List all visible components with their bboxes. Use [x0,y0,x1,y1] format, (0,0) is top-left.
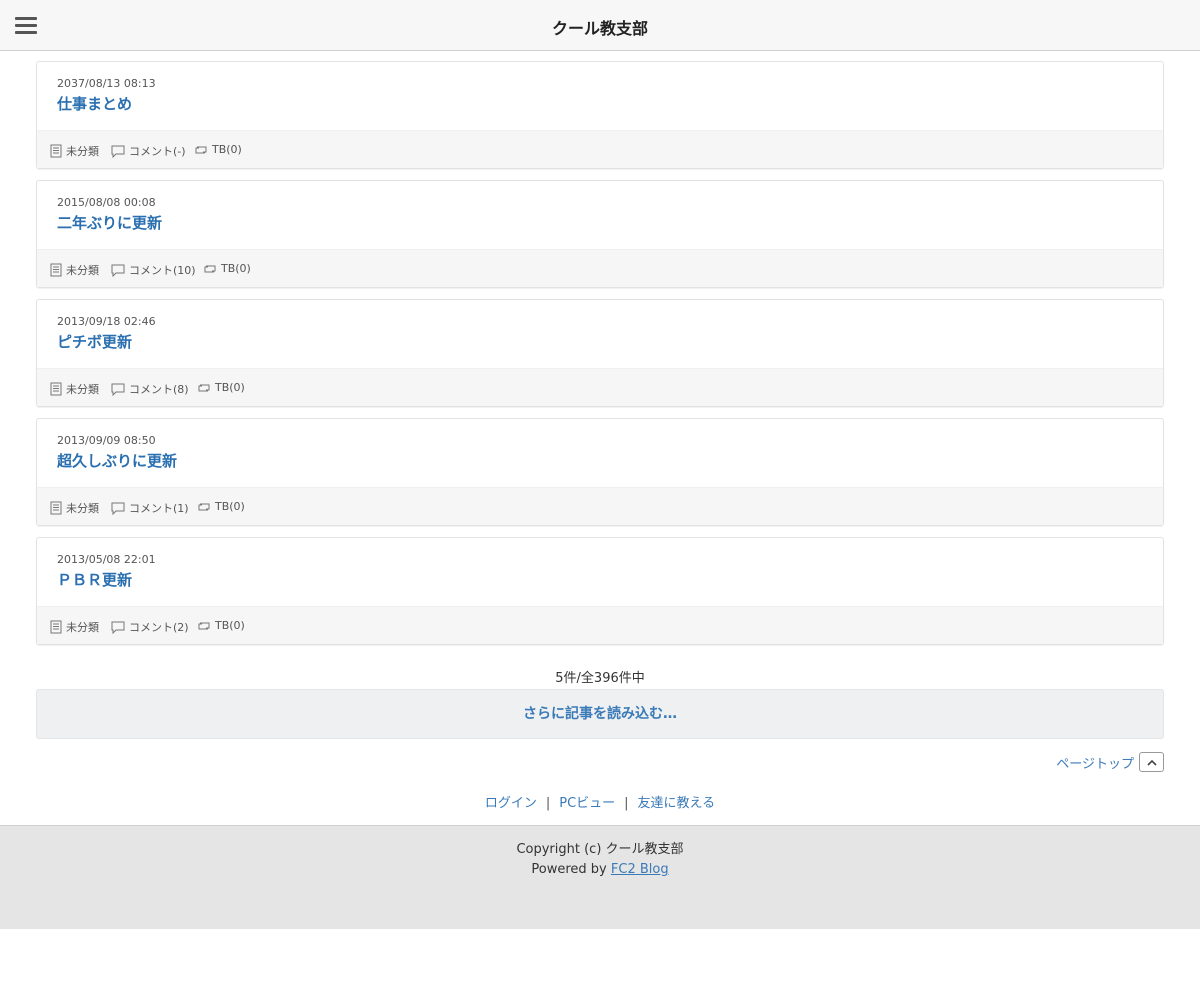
entry-date: 2015/08/08 00:08 [57,196,156,209]
comment-link[interactable]: コメント(1) [111,500,189,516]
pc-view-link[interactable]: PCビュー [559,796,615,811]
footer-links: ログイン | PCビュー | 友達に教える [0,792,1200,811]
trackback-label: TB(0) [212,143,242,156]
entry-meta: 未分類 コメント(2) TB(0) [37,606,1163,644]
entry-card: 2013/09/09 08:50 超久しぶりに更新 未分類 コメント(1) TB… [36,418,1164,526]
entry-title-link[interactable]: 仕事まとめ [57,93,132,114]
entry-title-link[interactable]: ＰＢＲ更新 [57,569,132,590]
powered-by-label: Powered by [531,862,607,877]
trackback-link[interactable]: TB(0) [194,143,242,156]
entry-date: 2013/05/08 22:01 [57,553,156,566]
category-link[interactable]: 未分類 [50,262,99,278]
fc2-blog-link[interactable]: FC2 Blog [611,862,669,877]
entry-meta: 未分類 コメント(-) TB(0) [37,130,1163,168]
trackback-label: TB(0) [215,619,245,632]
page-top-label[interactable]: ページトップ [1056,753,1134,772]
trackback-icon [198,384,210,391]
comment-label: コメント(2) [129,621,189,634]
speech-bubble-icon [111,383,125,396]
document-icon [50,620,62,634]
speech-bubble-icon [111,502,125,515]
entry-date: 2013/09/09 08:50 [57,434,156,447]
comment-link[interactable]: コメント(10) [111,262,196,278]
document-icon [50,144,62,158]
trackback-label: TB(0) [215,500,245,513]
entry-date: 2013/09/18 02:46 [57,315,156,328]
category-label: 未分類 [66,383,99,396]
comment-label: コメント(10) [129,264,196,277]
category-link[interactable]: 未分類 [50,500,99,516]
speech-bubble-icon [111,145,125,158]
chevron-up-icon [1146,759,1157,766]
category-link[interactable]: 未分類 [50,143,99,159]
entry-card: 2037/08/13 08:13 仕事まとめ 未分類 コメント(-) TB(0) [36,61,1164,169]
login-link[interactable]: ログイン [485,796,537,811]
category-label: 未分類 [66,145,99,158]
category-link[interactable]: 未分類 [50,619,99,635]
entry-count: 5件/全396件中 [555,671,645,686]
page-top-button[interactable] [1139,752,1164,772]
comment-label: コメント(-) [129,145,186,158]
comment-link[interactable]: コメント(-) [111,143,186,159]
entry-card: 2015/08/08 00:08 二年ぶりに更新 未分類 コメント(10) TB… [36,180,1164,288]
comment-link[interactable]: コメント(8) [111,381,189,397]
trackback-link[interactable]: TB(0) [197,381,245,394]
comment-link[interactable]: コメント(2) [111,619,189,635]
page-top-link[interactable]: ページトップ [1056,752,1164,772]
copyright: Copyright (c) クール教支部 [516,842,684,857]
separator: | [545,796,551,811]
trackback-link[interactable]: TB(0) [203,262,251,275]
speech-bubble-icon [111,621,125,634]
site-title[interactable]: クール教支部 [0,15,1200,39]
trackback-icon [198,503,210,510]
separator: | [624,796,629,811]
header: クール教支部 [0,0,1200,51]
entry-card: 2013/09/18 02:46 ピチボ更新 未分類 コメント(8) TB(0) [36,299,1164,407]
trackback-label: TB(0) [221,262,251,275]
speech-bubble-icon [111,264,125,277]
entry-title-link[interactable]: 二年ぶりに更新 [57,212,162,233]
trackback-link[interactable]: TB(0) [197,619,245,632]
category-label: 未分類 [66,502,99,515]
document-icon [50,382,62,396]
category-label: 未分類 [66,264,99,277]
trackback-label: TB(0) [215,381,245,394]
category-label: 未分類 [66,621,99,634]
entry-meta: 未分類 コメント(1) TB(0) [37,487,1163,525]
entry-meta: 未分類 コメント(8) TB(0) [37,368,1163,406]
comment-label: コメント(8) [129,383,189,396]
footer: Copyright (c) クール教支部 Powered by FC2 Blog [0,825,1200,929]
document-icon [50,263,62,277]
category-link[interactable]: 未分類 [50,381,99,397]
entry-title-link[interactable]: ピチボ更新 [57,331,132,352]
tell-friend-link[interactable]: 友達に教える [638,796,716,811]
comment-label: コメント(1) [129,502,189,515]
entry-date: 2037/08/13 08:13 [57,77,156,90]
entry-title-link[interactable]: 超久しぶりに更新 [57,450,177,471]
entry-meta: 未分類 コメント(10) TB(0) [37,249,1163,287]
entry-card: 2013/05/08 22:01 ＰＢＲ更新 未分類 コメント(2) TB(0) [36,537,1164,645]
document-icon [50,501,62,515]
trackback-icon [198,622,210,629]
trackback-link[interactable]: TB(0) [197,500,245,513]
powered-by: Powered by FC2 Blog [0,862,1200,877]
trackback-icon [195,146,207,153]
trackback-icon [204,265,216,272]
load-more-button[interactable]: さらに記事を読み込む… [36,689,1164,739]
